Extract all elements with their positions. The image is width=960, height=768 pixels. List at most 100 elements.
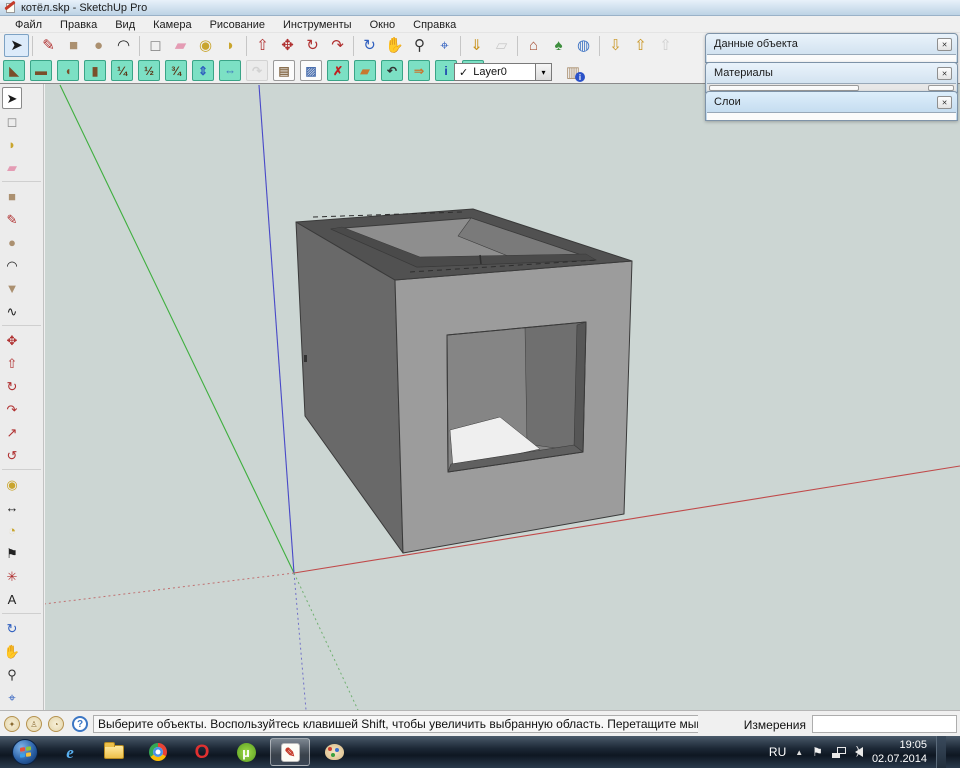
- taskbar-sketchup-button[interactable]: ✎: [270, 738, 310, 766]
- layers-close-icon[interactable]: ✕: [937, 96, 952, 109]
- layer-dropdown-arrow-icon[interactable]: ▾: [536, 63, 552, 81]
- measurements-box[interactable]: [812, 715, 957, 733]
- palette-rectangle-button[interactable]: ■: [2, 185, 22, 207]
- entity-info-close-icon[interactable]: ✕: [937, 38, 952, 51]
- menu-help[interactable]: Справка: [404, 18, 465, 32]
- palette-polygon-button[interactable]: ▼: [2, 277, 22, 299]
- share-component-button[interactable]: ⇧: [653, 34, 678, 57]
- palette-select-button[interactable]: ➤: [2, 87, 22, 109]
- menu-edit[interactable]: Правка: [51, 18, 106, 32]
- taskbar-opera-button[interactable]: O: [182, 738, 222, 766]
- arc-tool-button[interactable]: ◠: [111, 34, 136, 57]
- taskbar-utorrent-button[interactable]: µ: [226, 738, 266, 766]
- materials-title[interactable]: Материалы: [706, 63, 957, 83]
- push-pull-button[interactable]: ⇧: [250, 34, 275, 57]
- palette-paint-bucket-button[interactable]: ◗: [2, 133, 22, 155]
- layers-title[interactable]: Слои: [706, 92, 957, 112]
- plugin-curl-button[interactable]: ↷: [246, 60, 268, 81]
- menu-draw[interactable]: Рисование: [201, 18, 274, 32]
- palette-zoom-extents-button[interactable]: ⌖: [2, 686, 22, 708]
- taskbar-ie-button[interactable]: e: [50, 738, 90, 766]
- circle-tool-button[interactable]: ●: [86, 34, 111, 57]
- plugin-horizontal-fit-button[interactable]: ⇔: [219, 60, 241, 81]
- plugin-vertical-fit-button[interactable]: ⇕: [192, 60, 214, 81]
- palette-offset-button[interactable]: ↺: [2, 444, 22, 466]
- start-button[interactable]: [8, 738, 42, 766]
- taskbar-paint-button[interactable]: [314, 738, 354, 766]
- palette-orbit-button[interactable]: ↻: [2, 617, 22, 639]
- preview-in-google-earth-button[interactable]: ♠: [546, 34, 571, 57]
- plugin-undo-button[interactable]: ↶: [381, 60, 403, 81]
- orbit-tool-button[interactable]: ↻: [357, 34, 382, 57]
- volume-icon[interactable]: [855, 747, 863, 757]
- palette-axes-button[interactable]: ✳: [2, 565, 22, 587]
- palette-scale-button[interactable]: ↗: [2, 421, 22, 443]
- menu-window[interactable]: Окно: [361, 18, 405, 32]
- layer-manager-button[interactable]: ▥ i: [560, 61, 586, 83]
- entity-info-title[interactable]: Данные объекта: [706, 34, 957, 54]
- plugin-board-button[interactable]: ▮: [84, 60, 106, 81]
- plugin-axis-arrow-button[interactable]: ⇒: [408, 60, 430, 81]
- menu-camera[interactable]: Камера: [144, 18, 200, 32]
- line-tool-button[interactable]: ✎: [36, 34, 61, 57]
- palette-dimension-button[interactable]: ↔: [2, 496, 22, 518]
- eraser-tool-button[interactable]: ▰: [168, 34, 193, 57]
- plugin-plank-button[interactable]: ▬: [30, 60, 52, 81]
- help-icon[interactable]: ?: [72, 716, 88, 732]
- taskbar-chrome-button[interactable]: [138, 738, 178, 766]
- language-indicator[interactable]: RU: [769, 745, 786, 759]
- share-models-button[interactable]: ⇧: [628, 34, 653, 57]
- show-desktop-button[interactable]: [936, 736, 946, 768]
- menu-file[interactable]: Файл: [6, 18, 51, 32]
- plugin-delete-button[interactable]: ✗: [327, 60, 349, 81]
- menu-tools[interactable]: Инструменты: [274, 18, 361, 32]
- plugin-half-round-button[interactable]: ◖: [57, 60, 79, 81]
- plugin-quarter-button[interactable]: ¼: [111, 60, 133, 81]
- photo-textures-button[interactable]: ⌂: [521, 34, 546, 57]
- offset-tool-button[interactable]: ↷: [325, 34, 350, 57]
- taskbar-explorer-button[interactable]: [94, 738, 134, 766]
- palette-rotate-button[interactable]: ↻: [2, 375, 22, 397]
- zoom-extents-button[interactable]: ⌖: [432, 34, 457, 57]
- palette-line-button[interactable]: ✎: [2, 208, 22, 230]
- action-center-flag-icon[interactable]: ⚑: [812, 745, 823, 759]
- make-component-button[interactable]: ◻: [143, 34, 168, 57]
- paint-bucket-button[interactable]: ◗: [218, 34, 243, 57]
- palette-zoom-button[interactable]: ⚲: [2, 663, 22, 685]
- signin-medallion-icon[interactable]: ◔: [48, 716, 64, 732]
- palette-freehand-button[interactable]: ∿: [2, 300, 22, 322]
- plugin-box-button[interactable]: ▤: [273, 60, 295, 81]
- palette-move-button[interactable]: ✥: [2, 329, 22, 351]
- palette-eraser-button[interactable]: ▰: [2, 156, 22, 178]
- plugin-edit-sheet-button[interactable]: ▨: [300, 60, 322, 81]
- palette-arc-button[interactable]: ◠: [2, 254, 22, 276]
- hidden-icons-icon[interactable]: ▲: [795, 748, 803, 757]
- palette-protractor-button[interactable]: ◔: [2, 519, 22, 541]
- palette-follow-me-button[interactable]: ↷: [2, 398, 22, 420]
- rotate-tool-button[interactable]: ↻: [300, 34, 325, 57]
- palette-3d-text-button[interactable]: A: [2, 588, 22, 610]
- get-models-button[interactable]: ⇩: [603, 34, 628, 57]
- palette-pan-button[interactable]: ✋: [2, 640, 22, 662]
- palette-text-button[interactable]: ⚑: [2, 542, 22, 564]
- geolocation-medallion-icon[interactable]: ✦: [4, 716, 20, 732]
- credit-medallion-icon[interactable]: ♙: [26, 716, 42, 732]
- select-tool-button[interactable]: ➤: [4, 34, 29, 57]
- plugin-half-button[interactable]: ½: [138, 60, 160, 81]
- pan-tool-button[interactable]: ✋: [382, 34, 407, 57]
- network-icon[interactable]: [832, 747, 846, 758]
- palette-make-component-button[interactable]: ◻: [2, 110, 22, 132]
- layer-dropdown[interactable]: ✓ Layer0: [454, 63, 536, 81]
- move-tool-button[interactable]: ✥: [275, 34, 300, 57]
- plugin-wedge-button[interactable]: ◣: [3, 60, 25, 81]
- palette-circle-button[interactable]: ●: [2, 231, 22, 253]
- zoom-tool-button[interactable]: ⚲: [407, 34, 432, 57]
- taskbar-clock[interactable]: 19:05 02.07.2014: [872, 738, 927, 767]
- palette-push-pull-button[interactable]: ⇧: [2, 352, 22, 374]
- tape-measure-button[interactable]: ◉: [193, 34, 218, 57]
- add-location-button[interactable]: ⇓: [464, 34, 489, 57]
- toggle-terrain-button[interactable]: ▱: [489, 34, 514, 57]
- model-viewport[interactable]: [45, 84, 960, 710]
- google-earth-button[interactable]: ◍: [571, 34, 596, 57]
- materials-close-icon[interactable]: ✕: [937, 67, 952, 80]
